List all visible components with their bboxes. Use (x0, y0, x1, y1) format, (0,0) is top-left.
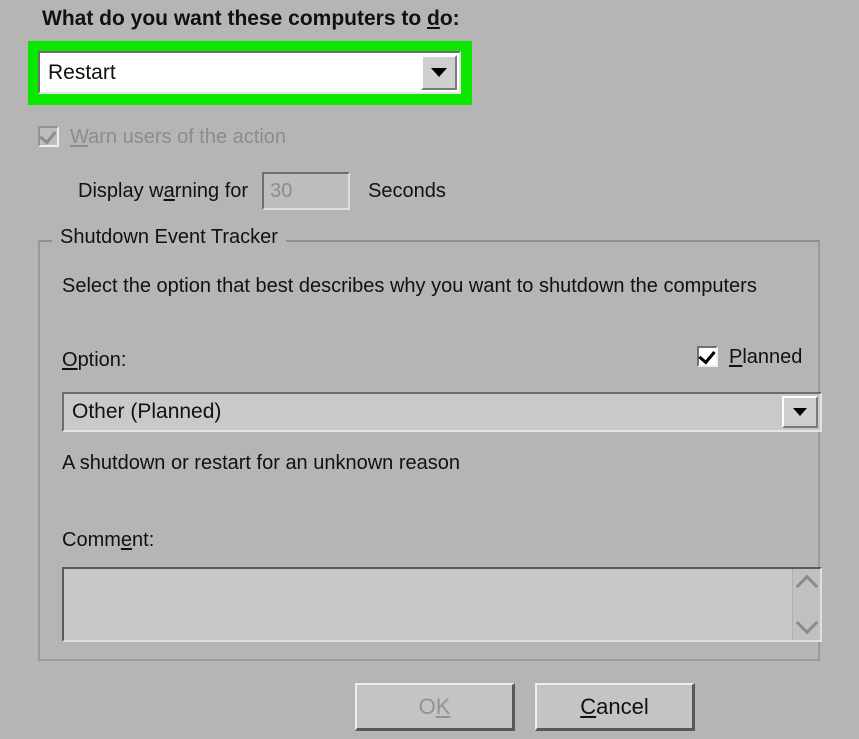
question-label-suffix: o: (439, 7, 460, 30)
ok-button-prefix: O (418, 693, 436, 719)
option-label-accelerator: O (62, 349, 78, 371)
warn-users-accelerator: W (70, 125, 89, 148)
option-label-rest: ption: (77, 349, 127, 371)
display-warning-accelerator: a (163, 180, 175, 202)
question-label-accelerator: d (427, 7, 440, 30)
action-combobox-highlight: Restart (28, 41, 472, 105)
tracker-description: Select the option that best describes wh… (62, 275, 757, 297)
ok-button-accelerator: K (435, 693, 451, 719)
shutdown-event-tracker-legend: Shutdown Event Tracker (52, 227, 286, 247)
warn-users-label-rest: arn users of the action (88, 125, 287, 148)
chevron-down-icon (793, 408, 807, 416)
display-warning-label: Display warning for (78, 181, 248, 201)
display-warning-row: Display warning for 30 Seconds (78, 172, 446, 210)
chevron-up-icon[interactable] (795, 574, 818, 598)
option-combobox-dropdown-button[interactable] (782, 396, 818, 428)
comment-label-accelerator: e (120, 529, 133, 551)
option-label: Option: (62, 350, 127, 370)
comment-textarea-value (64, 569, 792, 640)
cancel-button-rest: ancel (596, 693, 649, 719)
cancel-button-accelerator: C (580, 693, 597, 719)
planned-label: Planned (729, 347, 802, 367)
action-combobox-value: Restart (48, 60, 116, 84)
cancel-button[interactable]: Cancel (535, 683, 695, 731)
checkmark-icon (39, 126, 57, 145)
planned-label-rest: lanned (742, 345, 803, 368)
planned-checkbox[interactable] (697, 346, 718, 367)
checkmark-icon (698, 346, 716, 365)
planned-checkbox-row[interactable]: Planned (697, 346, 802, 367)
ok-button[interactable]: OK (355, 683, 515, 731)
planned-accelerator: P (729, 345, 743, 368)
warn-seconds-input[interactable]: 30 (262, 172, 351, 210)
option-combobox[interactable]: Other (Planned) (62, 392, 822, 432)
seconds-unit-label: Seconds (368, 180, 446, 202)
display-warning-suffix: rning for (174, 180, 249, 202)
page-title: What do you want these computers to do: (42, 8, 460, 29)
comment-label-prefix: Comm (62, 529, 121, 551)
question-label-prefix: What do you want these computers to (42, 7, 428, 30)
warn-users-checkbox[interactable] (38, 126, 59, 147)
action-combobox[interactable]: Restart (38, 51, 461, 94)
chevron-down-icon (431, 68, 447, 77)
option-combobox-value: Other (Planned) (72, 400, 222, 423)
comment-label-suffix: nt: (132, 529, 155, 551)
comment-textarea[interactable] (62, 567, 822, 642)
chevron-down-icon[interactable] (795, 611, 818, 635)
comment-scrollbar[interactable] (792, 569, 820, 640)
option-description: A shutdown or restart for an unknown rea… (62, 452, 461, 474)
warn-users-checkbox-row[interactable]: Warn users of the action (38, 126, 286, 147)
action-combobox-dropdown-button[interactable] (421, 55, 457, 90)
display-warning-prefix: Display w (78, 180, 164, 202)
warn-users-label: Warn users of the action (70, 127, 286, 147)
comment-label: Comment: (62, 530, 154, 550)
warn-seconds-value: 30 (270, 179, 293, 202)
